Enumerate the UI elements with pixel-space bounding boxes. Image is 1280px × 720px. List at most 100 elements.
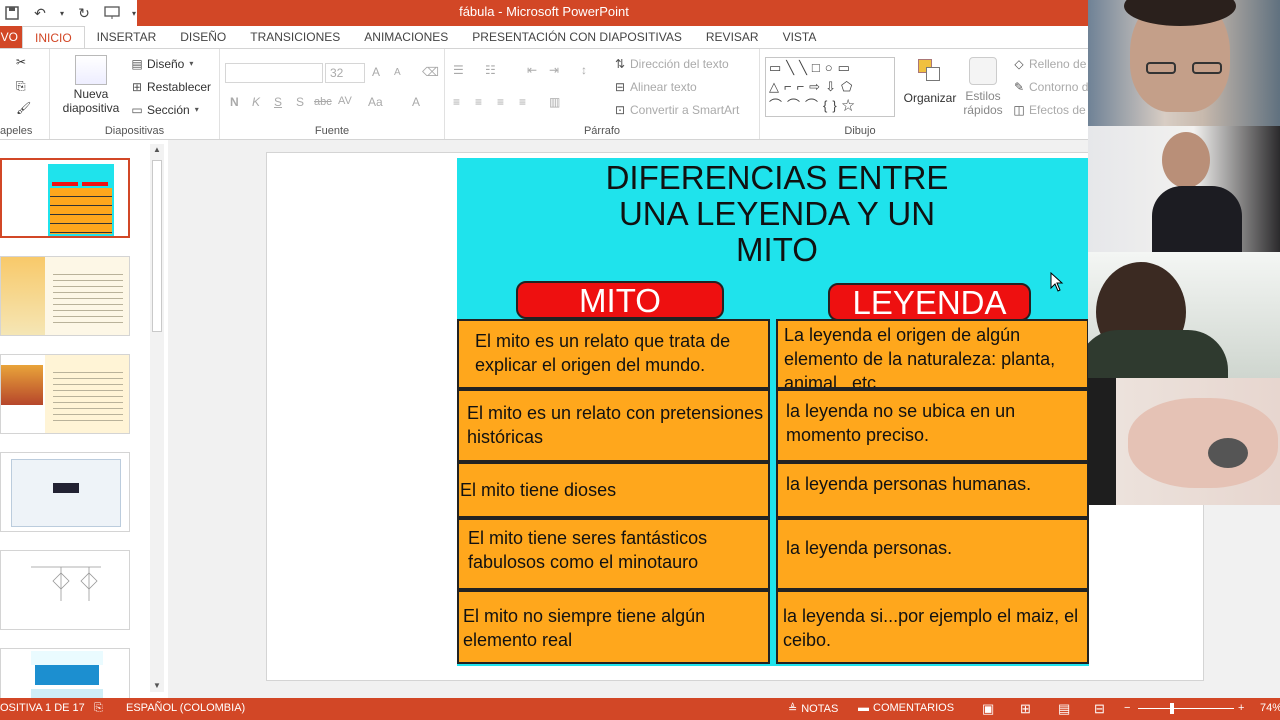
cell-leyenda-5[interactable]: la leyenda si...por ejemplo el maiz, el … — [776, 590, 1089, 664]
shadow-button[interactable]: S — [296, 95, 304, 109]
tab-inicio[interactable]: INICIO — [22, 26, 85, 48]
new-slide-button[interactable]: Nueva diapositiva — [58, 55, 124, 115]
language-indicator[interactable]: ESPAÑOL (COLOMBIA) — [126, 702, 245, 714]
group-label-clipboard: apeles — [0, 125, 33, 137]
shape-fill-button[interactable]: ◇ Relleno de — [1012, 57, 1086, 71]
tab-revisar[interactable]: REVISAR — [694, 26, 771, 48]
increase-indent-icon[interactable]: ⇥ — [549, 63, 559, 77]
zoom-slider[interactable] — [1138, 708, 1234, 709]
italic-button[interactable]: K — [252, 95, 260, 109]
grow-font-button[interactable]: A — [372, 65, 380, 79]
participant-video-3[interactable] — [1088, 252, 1280, 378]
header-mito[interactable]: MITO — [516, 281, 724, 319]
cell-leyenda-1[interactable]: La leyenda el origen de algún elemento d… — [776, 319, 1089, 389]
slide-thumbnails-pane: ▲ ▼ — [0, 140, 168, 720]
cell-leyenda-2[interactable]: la leyenda no se ubica en un momento pre… — [776, 389, 1089, 462]
slide-thumbnail-5[interactable] — [0, 550, 130, 630]
slide-thumbnail-2[interactable] — [0, 256, 130, 336]
layout-button[interactable]: ▤ Diseño ▾ — [130, 57, 195, 71]
tab-diseno[interactable]: DISEÑO — [168, 26, 238, 48]
reading-view-icon[interactable]: ▤ — [1058, 701, 1070, 717]
align-left-icon[interactable]: ≡ — [453, 95, 460, 109]
cell-mito-5[interactable]: El mito no siempre tiene algún elemento … — [457, 590, 770, 664]
arrange-button[interactable]: Organizar — [900, 57, 960, 105]
normal-view-icon[interactable]: ▣ — [982, 701, 994, 717]
clear-format-icon[interactable]: ⌫ — [422, 65, 439, 79]
ribbon: ✂ ⎘ 🖌 apeles Nueva diapositiva ▤ Diseño ▾ … — [0, 48, 1088, 140]
group-font: 32 A A ⌫ N K S S abc AV Aa A Fuente — [220, 49, 445, 139]
text-direction-button[interactable]: ⇅ Dirección del texto — [613, 57, 729, 71]
tab-insertar[interactable]: INSERTAR — [85, 26, 169, 48]
reset-button[interactable]: ⊞ Restablecer — [130, 80, 211, 94]
section-button[interactable]: ▭ Sección ▾ — [130, 103, 201, 117]
slideshow-view-icon[interactable]: ⊟ — [1094, 701, 1105, 717]
participant-video-1[interactable] — [1088, 0, 1280, 126]
align-center-icon[interactable]: ≡ — [475, 95, 482, 109]
shrink-font-button[interactable]: A — [394, 67, 401, 78]
shape-outline-button[interactable]: ✎ Contorno d — [1012, 80, 1088, 94]
slide-canvas[interactable]: DIFERENCIAS ENTRE UNA LEYENDA Y UN MITO … — [266, 152, 1204, 681]
font-size-combo[interactable]: 32 — [325, 63, 365, 83]
zoom-slider-thumb[interactable] — [1170, 703, 1174, 714]
group-drawing: ▭╲╲□○▭ △⌐⌐⇨⇩⬠ ⌒⌒⌒{}☆ Organizar Estilos ráp… — [760, 49, 1088, 139]
underline-button[interactable]: S — [274, 95, 282, 109]
font-name-combo[interactable] — [225, 63, 323, 83]
char-spacing-button[interactable]: AV — [338, 95, 352, 107]
slide-thumbnail-1[interactable] — [0, 158, 130, 238]
slide-thumbnail-3[interactable] — [0, 354, 130, 434]
strikethrough-button[interactable]: abc — [314, 96, 332, 108]
format-painter-icon[interactable]: 🖌 — [16, 101, 31, 115]
tab-animaciones[interactable]: ANIMACIONES — [352, 26, 460, 48]
tab-transiciones[interactable]: TRANSICIONES — [238, 26, 352, 48]
bold-button[interactable]: N — [230, 95, 239, 109]
cell-leyenda-4[interactable]: la leyenda personas. — [776, 518, 1089, 590]
slide-sorter-icon[interactable]: ⊞ — [1020, 701, 1031, 717]
change-case-button[interactable]: Aa — [368, 95, 383, 109]
font-color-button[interactable]: A — [412, 95, 420, 109]
quick-styles-button[interactable]: Estilos rápidos — [960, 57, 1006, 117]
quick-styles-label: Estilos — [965, 89, 1001, 103]
cell-mito-2[interactable]: El mito es un relato con pretensiones hi… — [457, 389, 770, 462]
participant-video-4[interactable] — [1088, 378, 1280, 505]
scrollbar-thumb[interactable] — [152, 160, 162, 332]
diagram-thumbnail-icon — [31, 566, 101, 601]
decrease-indent-icon[interactable]: ⇤ — [527, 63, 537, 77]
cell-mito-1[interactable]: El mito es un relato que trata de explic… — [457, 319, 770, 389]
comments-button[interactable]: ▬ COMENTARIOS — [858, 702, 954, 714]
scroll-down-icon[interactable]: ▼ — [150, 680, 164, 692]
cell-mito-4[interactable]: El mito tiene seres fantásticos fabuloso… — [457, 518, 770, 590]
columns-icon[interactable]: ▥ — [549, 95, 560, 109]
zoom-out-button[interactable]: − — [1124, 702, 1130, 714]
shape-effects-button[interactable]: ◫ Efectos de — [1012, 103, 1085, 117]
line-spacing-icon[interactable]: ↕ — [581, 63, 587, 77]
scroll-up-icon[interactable]: ▲ — [150, 144, 164, 156]
zoom-in-button[interactable]: + — [1238, 702, 1244, 714]
slide-thumbnail-4[interactable] — [0, 452, 130, 532]
shapes-gallery[interactable]: ▭╲╲□○▭ △⌐⌐⇨⇩⬠ ⌒⌒⌒{}☆ — [765, 57, 895, 117]
copy-icon[interactable]: ⎘ — [16, 79, 26, 94]
video-call-column — [1088, 0, 1280, 505]
participant-video-2[interactable] — [1088, 126, 1280, 252]
slide-title[interactable]: DIFERENCIAS ENTRE UNA LEYENDA Y UN MITO — [457, 158, 1089, 268]
slide-counter: OSITIVA 1 DE 17 — [0, 702, 85, 714]
tab-file[interactable]: IVO — [0, 26, 22, 48]
tab-vista[interactable]: VISTA — [771, 26, 829, 48]
section-icon: ▭ — [131, 103, 143, 117]
group-slides: Nueva diapositiva ▤ Diseño ▾ ⊞ Restablecer … — [50, 49, 220, 139]
spellcheck-icon[interactable]: ⎘ — [94, 702, 103, 715]
cell-leyenda-3[interactable]: la leyenda personas humanas. — [776, 462, 1089, 518]
cut-icon[interactable]: ✂ — [16, 55, 26, 69]
align-text-button[interactable]: ⊟ Alinear texto — [613, 80, 697, 94]
smartart-button[interactable]: ⊡ Convertir a SmartArt — [613, 103, 739, 117]
tab-presentacion[interactable]: PRESENTACIÓN CON DIAPOSITIVAS — [460, 26, 694, 48]
header-leyenda[interactable]: LEYENDA — [828, 283, 1031, 321]
bullets-icon[interactable]: ☰ — [453, 63, 464, 77]
align-right-icon[interactable]: ≡ — [497, 95, 504, 109]
justify-icon[interactable]: ≡ — [519, 95, 526, 109]
zoom-level[interactable]: 74% — [1260, 702, 1280, 714]
slide-title-line-1: DIFERENCIAS ENTRE — [605, 159, 949, 196]
thumbnails-scrollbar[interactable]: ▲ ▼ — [150, 144, 164, 692]
cell-mito-3[interactable]: El mito tiene dioses — [457, 462, 770, 518]
numbering-icon[interactable]: ☷ — [485, 63, 496, 77]
notes-button[interactable]: ≜ NOTAS — [788, 702, 838, 716]
